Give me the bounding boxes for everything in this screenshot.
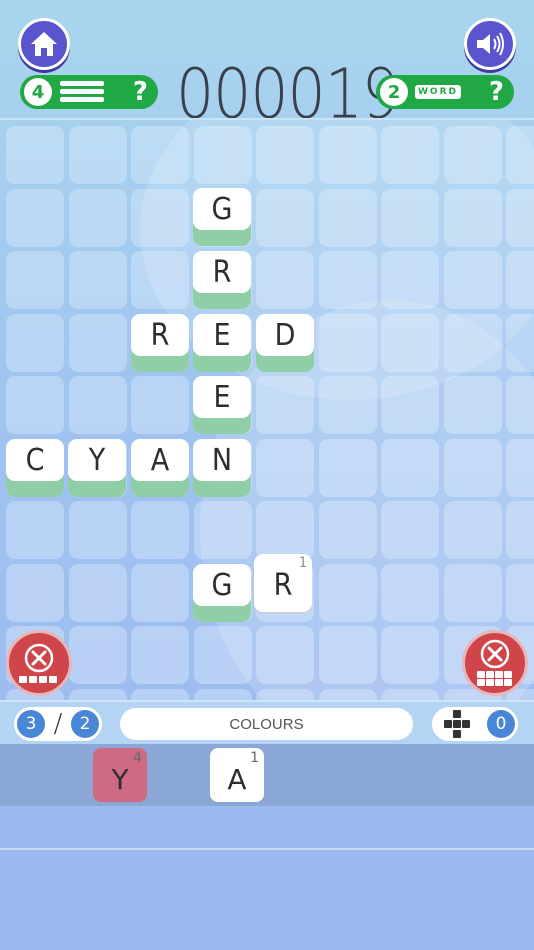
tile-points: 1 bbox=[250, 750, 259, 766]
board-cell[interactable] bbox=[6, 251, 64, 309]
delete-all-button[interactable] bbox=[462, 630, 528, 696]
board-tile[interactable]: G bbox=[193, 188, 251, 246]
board-cell[interactable] bbox=[68, 563, 127, 622]
board-cell[interactable] bbox=[68, 313, 127, 372]
rack-tile[interactable]: Y 4 bbox=[93, 748, 147, 802]
word-hint-count-badge: 2 bbox=[380, 78, 408, 106]
tile-letter: N bbox=[211, 443, 233, 478]
tile-letter: E bbox=[213, 380, 231, 415]
board-cell[interactable] bbox=[6, 188, 64, 247]
board-cell[interactable] bbox=[131, 563, 189, 622]
board-tile[interactable]: E bbox=[193, 376, 251, 434]
board-cell[interactable] bbox=[131, 626, 189, 684]
progress-separator: / bbox=[53, 709, 63, 739]
score-display: 000019 bbox=[176, 54, 400, 135]
tile-letter: D bbox=[274, 318, 296, 353]
help-icon: ? bbox=[488, 77, 504, 107]
delete-word-button[interactable] bbox=[6, 630, 72, 696]
board-tile[interactable]: N bbox=[193, 439, 251, 497]
lines-icon bbox=[60, 81, 104, 102]
hint-pill-right[interactable]: 2 WORD ? bbox=[376, 75, 514, 109]
cross-tiles-icon bbox=[444, 710, 470, 738]
tile-letter: A bbox=[150, 443, 170, 478]
sound-button[interactable] bbox=[464, 18, 516, 70]
hint-count-badge: 4 bbox=[24, 78, 52, 106]
words-found-badge: 3 bbox=[17, 710, 45, 738]
close-icon bbox=[480, 639, 510, 669]
tile-letter: Y bbox=[88, 443, 106, 478]
help-icon: ? bbox=[132, 77, 148, 107]
speaker-icon bbox=[477, 32, 504, 56]
board-tile[interactable]: Y bbox=[68, 439, 126, 497]
cross-counter[interactable]: 0 bbox=[432, 707, 518, 741]
game-board[interactable]: G R R E D E C Y A N G R 1 bbox=[0, 118, 534, 700]
tile-letter: G bbox=[211, 568, 233, 603]
board-cell[interactable] bbox=[193, 688, 252, 700]
board-cell[interactable] bbox=[6, 313, 64, 372]
board-tile[interactable]: E bbox=[193, 314, 251, 372]
word-progress: 3 / 2 bbox=[14, 707, 102, 741]
board-cell[interactable] bbox=[6, 376, 64, 434]
board-cell[interactable] bbox=[68, 501, 127, 559]
board-cell[interactable] bbox=[68, 188, 127, 247]
board-tile[interactable]: R bbox=[131, 314, 189, 372]
tile-letter: R bbox=[212, 255, 232, 290]
board-tile[interactable]: R bbox=[193, 251, 251, 309]
hint-pill-left[interactable]: 4 ? bbox=[20, 75, 158, 109]
word-label: WORD bbox=[415, 85, 461, 99]
tile-letter: G bbox=[211, 192, 233, 227]
tiles-row-icon bbox=[19, 675, 57, 683]
info-bar: 3 / 2 COLOURS 0 bbox=[0, 700, 534, 744]
divider bbox=[0, 848, 534, 850]
board-cell[interactable] bbox=[6, 126, 64, 184]
tile-letter: R bbox=[150, 318, 170, 353]
board-tile[interactable]: G bbox=[193, 564, 251, 622]
words-total-badge: 2 bbox=[71, 710, 99, 738]
tile-letter: A bbox=[227, 762, 247, 796]
board-tile[interactable]: D bbox=[256, 314, 314, 372]
letter-rack: Y 4 A 1 bbox=[0, 744, 534, 806]
tile-letter: E bbox=[213, 318, 231, 353]
tile-letter: Y bbox=[111, 762, 129, 796]
close-icon bbox=[24, 643, 54, 672]
board-tile[interactable]: C bbox=[6, 439, 64, 497]
cross-count-badge: 0 bbox=[487, 710, 515, 738]
board-cell[interactable] bbox=[6, 563, 64, 622]
board-cell[interactable] bbox=[6, 501, 64, 559]
board-cell[interactable] bbox=[68, 126, 127, 184]
home-button[interactable] bbox=[18, 18, 70, 70]
tile-letter: R bbox=[273, 568, 293, 603]
board-cell[interactable] bbox=[68, 376, 127, 434]
tile-points: 1 bbox=[298, 555, 307, 571]
dragging-tile[interactable]: R 1 bbox=[254, 554, 312, 612]
board-tile[interactable]: A bbox=[131, 439, 189, 497]
tile-letter: C bbox=[25, 443, 45, 478]
home-icon bbox=[31, 32, 57, 56]
board-cell[interactable] bbox=[68, 626, 127, 684]
category-label: COLOURS bbox=[120, 708, 413, 740]
board-cell[interactable] bbox=[131, 501, 189, 559]
board-cell[interactable] bbox=[131, 376, 189, 434]
tiles-grid-icon bbox=[477, 671, 512, 686]
board-cell[interactable] bbox=[68, 251, 127, 309]
board-cell[interactable] bbox=[68, 688, 127, 700]
rack-tile[interactable]: A 1 bbox=[210, 748, 264, 802]
board-cell[interactable] bbox=[131, 688, 189, 700]
tile-points: 4 bbox=[133, 750, 142, 766]
